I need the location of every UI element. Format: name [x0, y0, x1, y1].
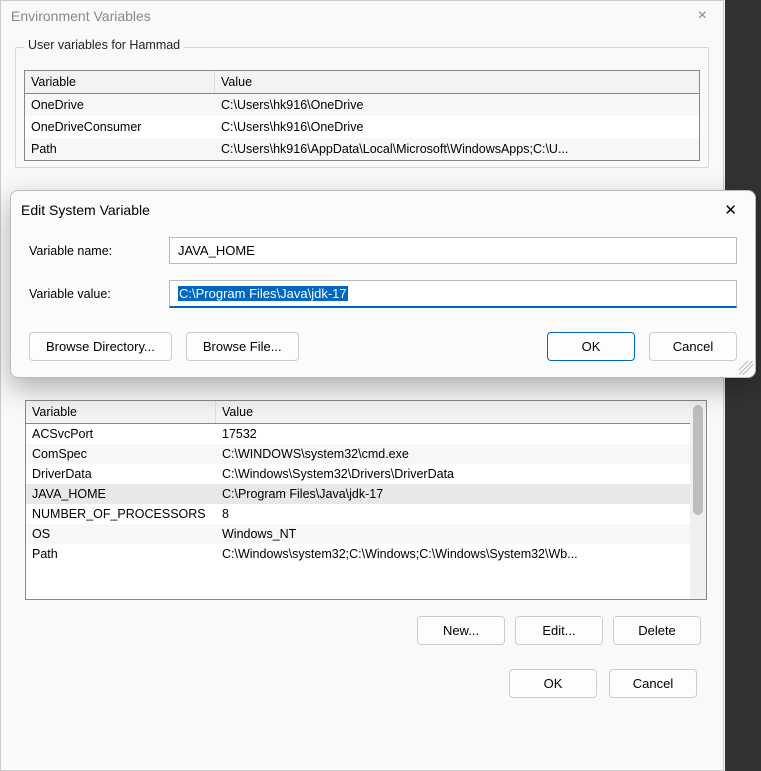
delete-button[interactable]: Delete — [613, 616, 701, 645]
variable-value-input[interactable]: C:\Program Files\Java\jdk-17 — [169, 280, 737, 308]
env-vars-titlebar: Environment Variables × — [1, 1, 723, 29]
variable-name-row: Variable name: — [11, 229, 755, 272]
edit-variable-dialog: Edit System Variable ✕ Variable name: Va… — [10, 190, 756, 378]
selected-text: C:\Program Files\Java\jdk-17 — [178, 286, 348, 301]
env-vars-dialog: Environment Variables × User variables f… — [0, 0, 724, 771]
variable-name-label: Variable name: — [29, 244, 159, 258]
scrollbar-thumb[interactable] — [693, 405, 703, 515]
new-button[interactable]: New... — [417, 616, 505, 645]
system-col-value[interactable]: Value — [216, 401, 690, 423]
cancel-button[interactable]: Cancel — [649, 332, 737, 361]
table-row[interactable]: ComSpec C:\WINDOWS\system32\cmd.exe — [26, 444, 690, 464]
ok-button[interactable]: OK — [547, 332, 635, 361]
close-icon[interactable]: ✕ — [716, 197, 745, 223]
background-strip — [725, 0, 761, 771]
user-col-value[interactable]: Value — [215, 71, 699, 93]
row-val: C:\Users\hk916\AppData\Local\Microsoft\W… — [215, 140, 699, 158]
table-row[interactable]: OneDriveConsumer C:\Users\hk916\OneDrive — [25, 116, 699, 138]
system-variables-table[interactable]: Variable Value ACSvcPort 17532 ComSpec C… — [25, 400, 707, 600]
user-table-body: OneDrive C:\Users\hk916\OneDrive OneDriv… — [25, 94, 699, 160]
cancel-button[interactable]: Cancel — [609, 669, 697, 698]
table-row[interactable]: NUMBER_OF_PROCESSORS 8 — [26, 504, 690, 524]
row-val: 8 — [216, 504, 690, 524]
system-col-variable[interactable]: Variable — [26, 401, 216, 423]
row-val: C:\WINDOWS\system32\cmd.exe — [216, 444, 690, 464]
dialog-button-row: OK Cancel — [1, 655, 723, 698]
table-row[interactable]: Path C:\Users\hk916\AppData\Local\Micros… — [25, 138, 699, 160]
row-var: DriverData — [26, 464, 216, 484]
browse-file-button[interactable]: Browse File... — [186, 332, 299, 361]
row-var: ComSpec — [26, 444, 216, 464]
table-row[interactable]: Path C:\Windows\system32;C:\Windows;C:\W… — [26, 544, 690, 564]
user-variables-table[interactable]: Variable Value OneDrive C:\Users\hk916\O… — [24, 70, 700, 161]
user-variables-label: User variables for Hammad — [24, 38, 184, 52]
row-val: 17532 — [216, 424, 690, 444]
row-val: C:\Program Files\Java\jdk-17 — [216, 484, 690, 504]
edit-title: Edit System Variable — [21, 202, 150, 218]
table-row[interactable]: JAVA_HOME C:\Program Files\Java\jdk-17 — [26, 484, 690, 504]
row-var: NUMBER_OF_PROCESSORS — [26, 504, 216, 524]
resize-grip-icon[interactable] — [739, 361, 753, 375]
row-val: C:\Users\hk916\OneDrive — [215, 118, 699, 136]
edit-button-row: Browse Directory... Browse File... OK Ca… — [11, 316, 755, 377]
edit-button[interactable]: Edit... — [515, 616, 603, 645]
env-vars-title: Environment Variables — [11, 8, 151, 24]
row-var: JAVA_HOME — [26, 484, 216, 504]
variable-name-input[interactable] — [169, 237, 737, 264]
system-table-body: ACSvcPort 17532 ComSpec C:\WINDOWS\syste… — [26, 424, 690, 599]
close-icon[interactable]: × — [692, 7, 713, 25]
row-val: C:\Windows\System32\Drivers\DriverData — [216, 464, 690, 484]
system-table-header: Variable Value — [26, 401, 690, 424]
browse-directory-button[interactable]: Browse Directory... — [29, 332, 172, 361]
row-var: OS — [26, 524, 216, 544]
table-row[interactable]: ACSvcPort 17532 — [26, 424, 690, 444]
table-row[interactable]: OneDrive C:\Users\hk916\OneDrive — [25, 94, 699, 116]
row-val: C:\Windows\system32;C:\Windows;C:\Window… — [216, 544, 690, 564]
variable-value-row: Variable value: C:\Program Files\Java\jd… — [11, 272, 755, 316]
table-row[interactable]: DriverData C:\Windows\System32\Drivers\D… — [26, 464, 690, 484]
variable-value-label: Variable value: — [29, 287, 159, 301]
row-val: C:\Users\hk916\OneDrive — [215, 96, 699, 114]
scrollbar[interactable] — [690, 401, 706, 599]
row-var: OneDrive — [25, 96, 215, 114]
user-table-header: Variable Value — [25, 71, 699, 94]
row-var: Path — [26, 544, 216, 564]
row-var: Path — [25, 140, 215, 158]
edit-titlebar: Edit System Variable ✕ — [11, 191, 755, 229]
row-var: OneDriveConsumer — [25, 118, 215, 136]
ok-button[interactable]: OK — [509, 669, 597, 698]
row-var: ACSvcPort — [26, 424, 216, 444]
user-variables-group: User variables for Hammad Variable Value… — [15, 47, 709, 168]
row-val: Windows_NT — [216, 524, 690, 544]
user-col-variable[interactable]: Variable — [25, 71, 215, 93]
table-row[interactable]: OS Windows_NT — [26, 524, 690, 544]
system-button-row: New... Edit... Delete — [1, 606, 723, 655]
